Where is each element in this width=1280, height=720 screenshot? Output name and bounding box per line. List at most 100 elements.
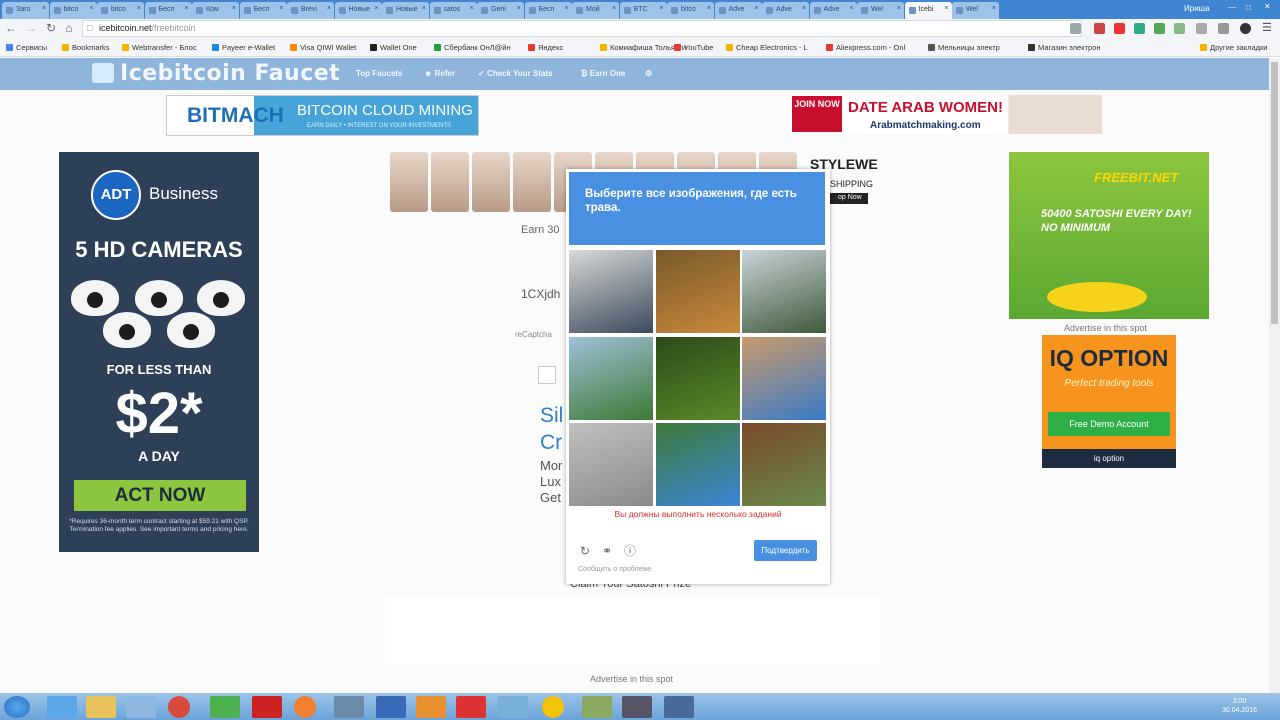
maximize-icon[interactable]: □ (1246, 3, 1251, 12)
bookmark-item[interactable]: Payeer e-Wallet (212, 43, 275, 52)
chrome-icon[interactable] (168, 696, 190, 718)
info-icon[interactable]: ⓘ (624, 545, 636, 557)
nav-earn-one[interactable]: ₿ Earn One (581, 69, 625, 78)
bitmach-banner[interactable]: BITMACH BITCOIN CLOUD MINING EARN DAILY … (166, 95, 479, 136)
nav-settings-icon[interactable]: ⚙ (645, 69, 652, 78)
minimize-icon[interactable]: — (1228, 3, 1236, 12)
report-problem-link[interactable]: Сообщить о проблеме (578, 566, 651, 573)
tile-old-building[interactable] (569, 423, 653, 506)
nav-top-faucets[interactable]: Top Faucets (356, 69, 403, 78)
advertise-right-link[interactable]: Advertise in this spot (1064, 323, 1147, 333)
extension-icon[interactable] (1154, 23, 1165, 34)
nav-refer[interactable]: ☻ Refer (424, 69, 455, 78)
app-icon[interactable] (334, 696, 364, 718)
tab[interactable]: BTC × (619, 2, 667, 19)
silver-ad-headline[interactable]: Sil Cr (540, 402, 563, 456)
bookmark-item[interactable]: Aliexpress.com - Onl (826, 43, 905, 52)
close-tab-icon[interactable]: × (232, 5, 236, 12)
nav-check-stats[interactable]: ✓ Check Your Stats (478, 69, 552, 78)
close-tab-icon[interactable]: × (802, 5, 806, 12)
tile-wooden-house[interactable] (742, 423, 826, 506)
star-icon[interactable] (1070, 23, 1081, 34)
page-info-icon[interactable]: □ (87, 23, 92, 33)
recaptcha-checkbox[interactable] (538, 366, 556, 384)
tile-green-hills[interactable] (655, 423, 740, 506)
audio-challenge-icon[interactable]: ⚭ (601, 545, 613, 557)
close-tab-icon[interactable]: × (707, 5, 711, 12)
app-icon[interactable] (416, 696, 446, 718)
close-tab-icon[interactable]: × (374, 5, 378, 12)
app-icon[interactable] (664, 696, 694, 718)
close-tab-icon[interactable]: × (944, 5, 948, 12)
tab[interactable]: bitco × (667, 2, 714, 19)
product-thumbnail[interactable] (513, 152, 551, 212)
reload-challenge-icon[interactable]: ↻ (579, 545, 591, 557)
bookmark-item[interactable]: Сбербанк ОнЛ@йн (434, 43, 511, 52)
close-tab-icon[interactable]: × (422, 5, 426, 12)
close-tab-icon[interactable]: × (184, 5, 188, 12)
tab[interactable]: Мой × (572, 2, 619, 19)
close-tab-icon[interactable]: × (327, 5, 331, 12)
tab[interactable]: Бесп × (524, 2, 572, 19)
bookmark-item[interactable]: Магазин электрон (1028, 43, 1101, 52)
app-icon[interactable] (498, 696, 528, 718)
product-thumbnail[interactable] (390, 152, 428, 212)
close-tab-icon[interactable]: × (42, 5, 46, 12)
close-tab-icon[interactable]: × (137, 5, 141, 12)
close-tab-icon[interactable]: × (992, 5, 996, 12)
freebit-ad[interactable]: FREEBIT.NET 50400 SATOSHI EVERY DAY! NO … (1009, 152, 1209, 319)
tab[interactable]: Бесп × (239, 2, 287, 19)
address-bar[interactable]: □ icebitcoin.net/freebitcoin (82, 20, 1082, 37)
tile-blue-figurine[interactable] (742, 336, 826, 420)
yandex-browser-icon[interactable] (456, 696, 486, 718)
extension-icon[interactable] (1174, 23, 1185, 34)
ie-icon[interactable] (47, 696, 77, 718)
firefox-icon[interactable] (294, 696, 316, 718)
media-icon[interactable] (126, 696, 156, 718)
bookmark-item[interactable]: Cheap Electronics - L (726, 43, 808, 52)
tab[interactable]: bitco × (49, 2, 97, 19)
bookmark-other[interactable]: Другие закладки (1200, 43, 1267, 52)
extension-icon[interactable] (1094, 23, 1105, 34)
tab[interactable]: Wel × (857, 2, 904, 19)
extension-icon[interactable] (1218, 23, 1229, 34)
clock[interactable]: 3:00 30.04.2016 (1222, 697, 1257, 715)
product-thumbnail[interactable] (472, 152, 510, 212)
close-tab-icon[interactable]: × (564, 5, 568, 12)
bookmark-item[interactable]: Webtransfer - Блос (122, 43, 197, 52)
tab[interactable]: Geni × (477, 2, 524, 19)
app-icon[interactable] (622, 696, 652, 718)
tab[interactable]: Бесп × (144, 2, 192, 19)
tab[interactable]: Wel × (952, 2, 999, 19)
extension-icon[interactable] (1134, 23, 1145, 34)
tile-green-leaf[interactable] (655, 336, 740, 420)
iq-demo-button[interactable]: Free Demo Account (1048, 412, 1170, 436)
close-tab-icon[interactable]: × (279, 5, 283, 12)
extension-icon[interactable] (1240, 23, 1251, 34)
home-icon[interactable]: ⌂ (62, 21, 76, 35)
extension-icon[interactable] (1196, 23, 1207, 34)
app-icon[interactable] (542, 696, 564, 718)
tab[interactable]: Adve × (714, 2, 762, 19)
tile-snowy-bank[interactable] (569, 250, 653, 333)
adt-act-now-button[interactable]: ACT NOW (74, 480, 246, 511)
forward-icon[interactable]: → (24, 21, 38, 35)
tab[interactable]: Icebi × (904, 2, 952, 19)
start-button-icon[interactable] (4, 696, 30, 718)
site-logo[interactable]: Icebitcoin Faucet (92, 61, 340, 86)
tab[interactable]: Adve × (762, 2, 809, 19)
app-icon[interactable] (582, 696, 612, 718)
close-window-icon[interactable]: ✕ (1264, 2, 1271, 11)
close-tab-icon[interactable]: × (897, 5, 901, 12)
tab[interactable]: bitco × (97, 2, 144, 19)
tab[interactable]: Brevi × (287, 2, 334, 19)
tab[interactable]: Новые × (334, 2, 382, 19)
tile-food-plate[interactable] (655, 250, 740, 333)
adt-ad[interactable]: ADT Business 5 HD CAMERAS FOR LESS THAN … (59, 152, 259, 552)
extension-icon[interactable] (1114, 23, 1125, 34)
app-icon[interactable] (210, 696, 240, 718)
iq-option-ad[interactable]: IQ OPTION Perfect trading tools Free Dem… (1042, 335, 1176, 468)
app-icon[interactable] (376, 696, 406, 718)
menu-icon[interactable]: ☰ (1262, 23, 1273, 34)
product-thumbnail[interactable] (431, 152, 469, 212)
